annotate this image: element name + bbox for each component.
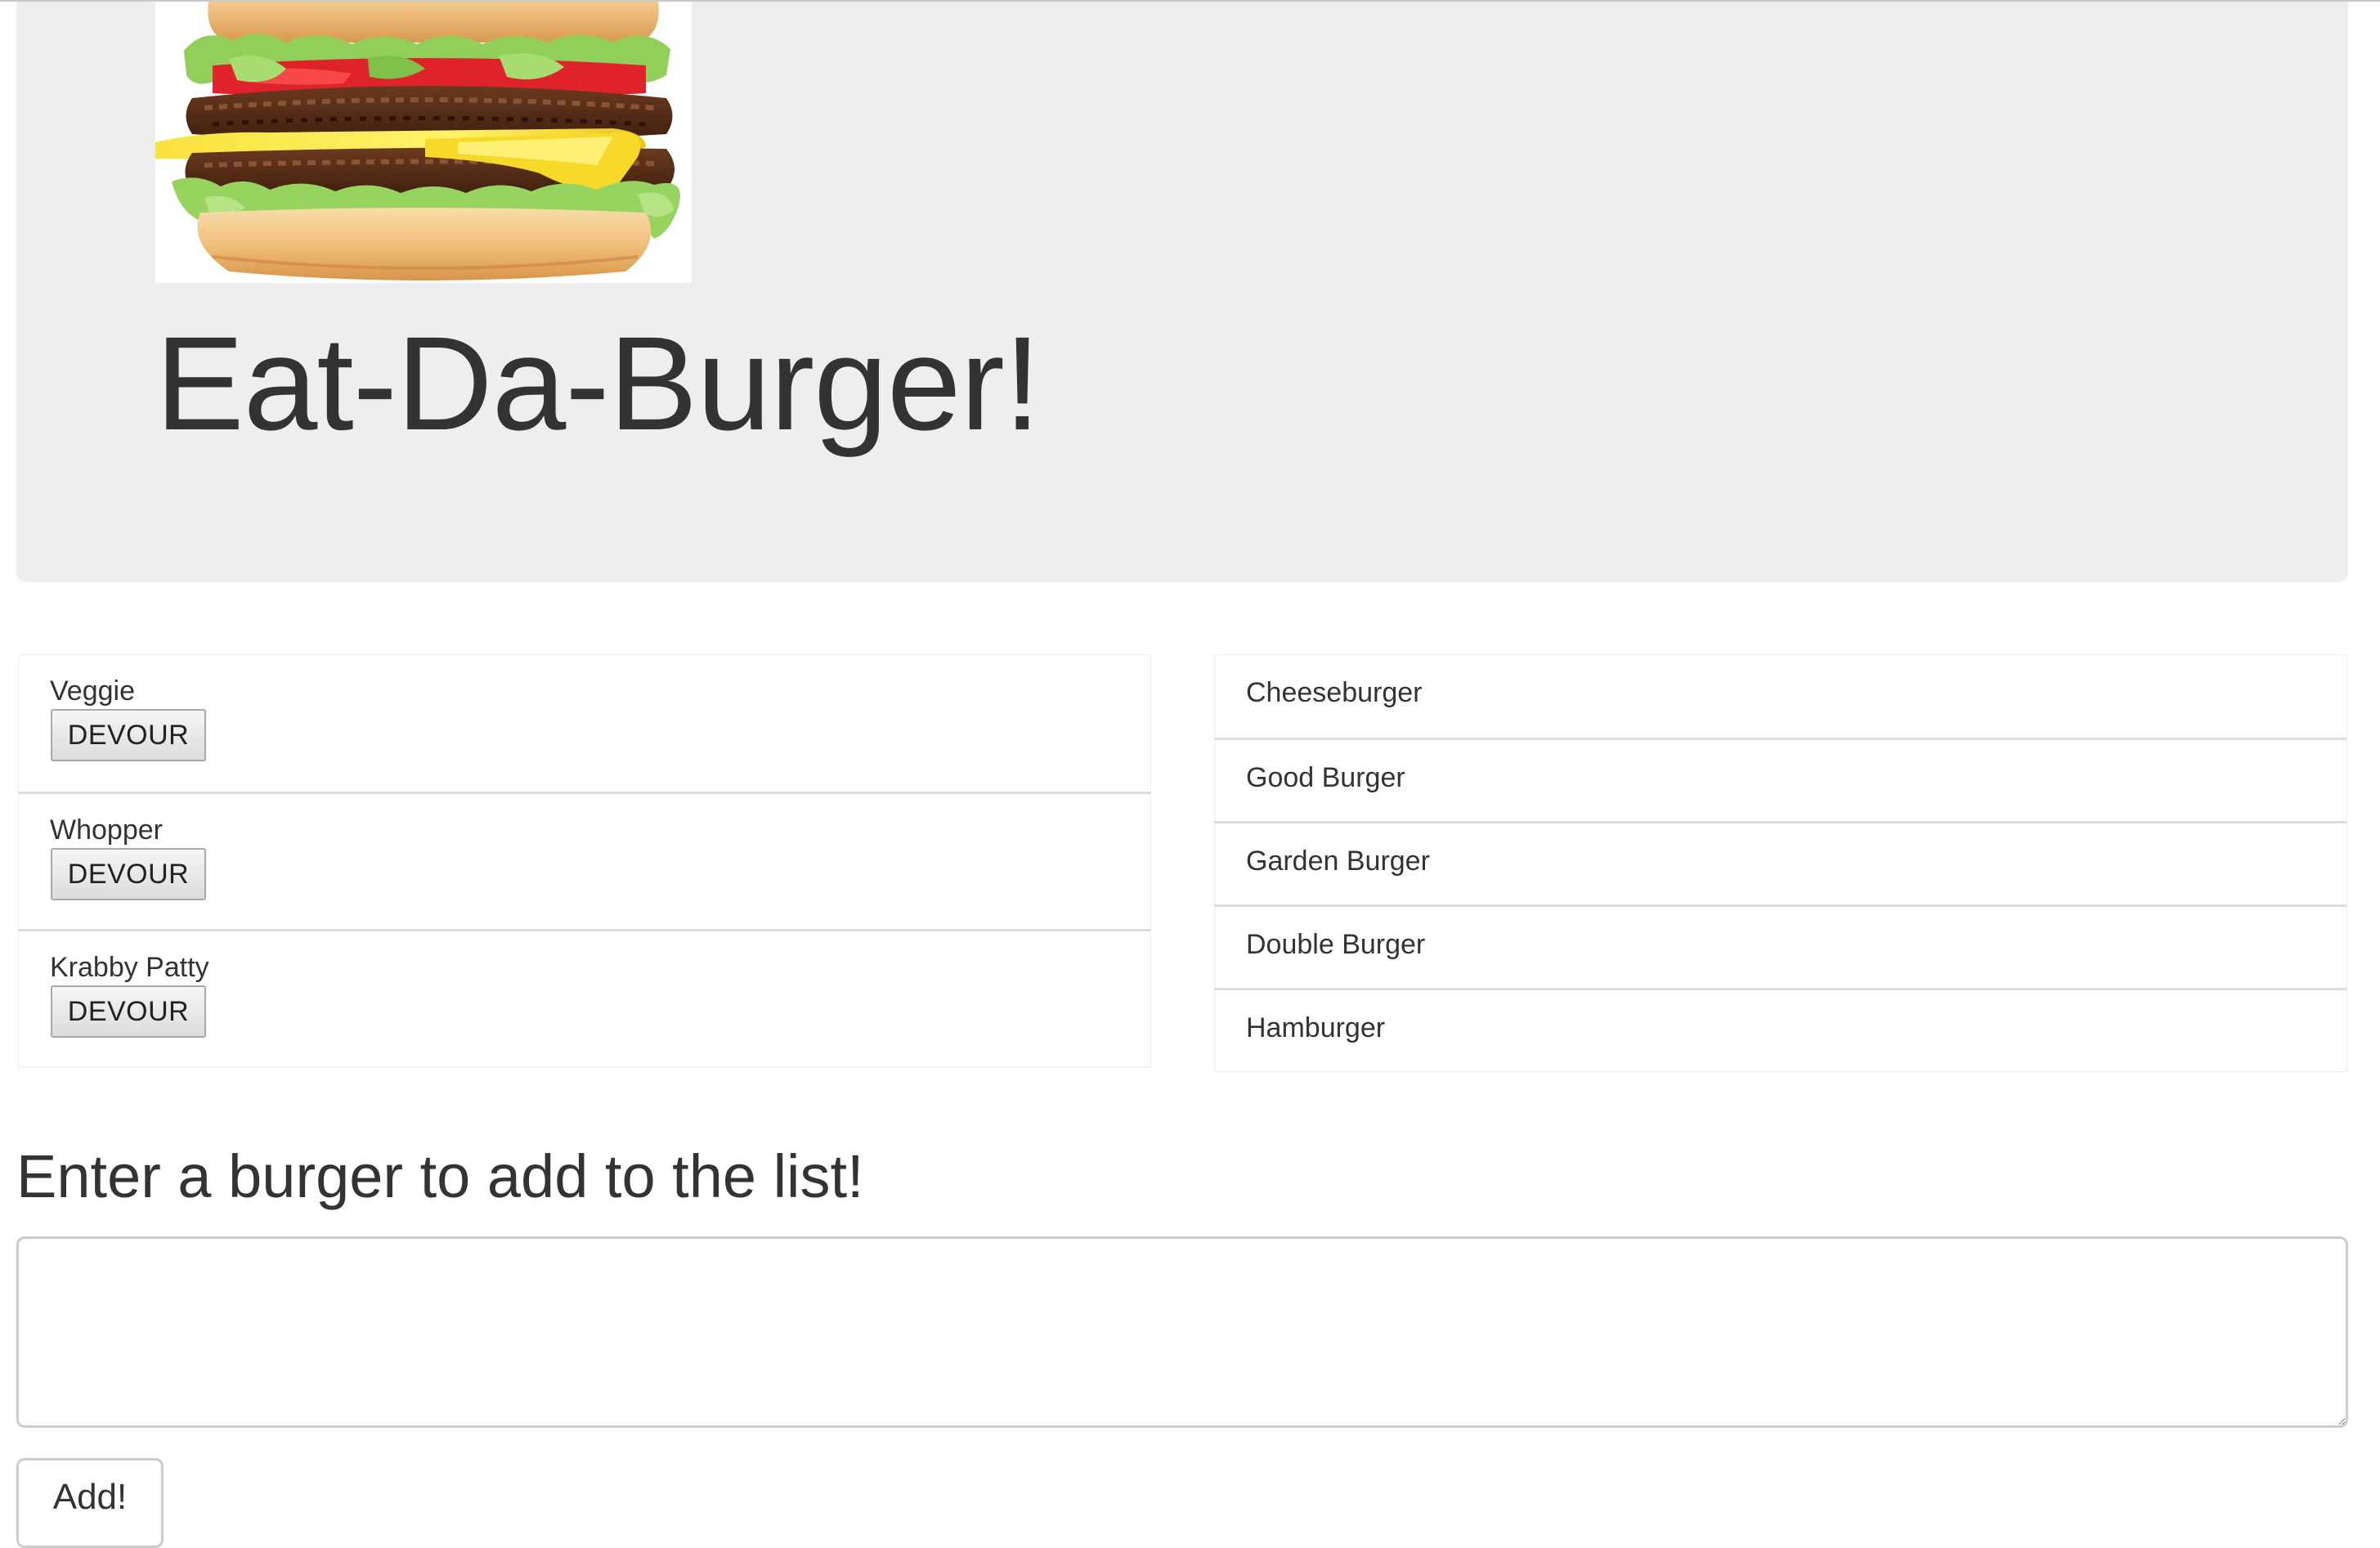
burger-name: Hamburger [1246, 1012, 1386, 1043]
header-jumbotron: Eat-Da-Burger! [16, 2, 2348, 582]
burger-name: Whopper [50, 814, 163, 846]
burger-name: Good Burger [1246, 762, 1405, 793]
list-item: Double Burger [1214, 904, 2347, 989]
list-item: Krabby Patty DEVOUR [18, 929, 1151, 1067]
list-item: Hamburger [1214, 988, 2347, 1072]
list-item: Good Burger [1214, 738, 2347, 822]
add-burger-heading: Enter a burger to add to the list! [16, 1142, 864, 1210]
burger-name-input[interactable] [16, 1236, 2348, 1428]
burger-name: Veggie [50, 675, 135, 707]
list-item: Veggie DEVOUR [18, 654, 1151, 792]
devour-button[interactable]: DEVOUR [51, 848, 206, 900]
devour-button[interactable]: DEVOUR [51, 709, 206, 761]
burger-name: Garden Burger [1246, 846, 1430, 877]
list-item: Garden Burger [1214, 821, 2347, 905]
burger-name: Cheeseburger [1246, 677, 1423, 708]
devoured-burger-list: Cheeseburger Good Burger Garden Burger D… [1214, 654, 2347, 1072]
burger-name: Double Burger [1246, 929, 1426, 960]
page-title: Eat-Da-Burger! [155, 308, 1041, 458]
list-item: Whopper DEVOUR [18, 792, 1151, 930]
uneaten-burger-list: Veggie DEVOUR Whopper DEVOUR Krabby Patt… [18, 654, 1151, 1067]
devour-button[interactable]: DEVOUR [51, 985, 206, 1038]
burger-name: Krabby Patty [50, 952, 209, 983]
burger-image [155, 2, 692, 283]
list-item: Cheeseburger [1214, 654, 2347, 738]
